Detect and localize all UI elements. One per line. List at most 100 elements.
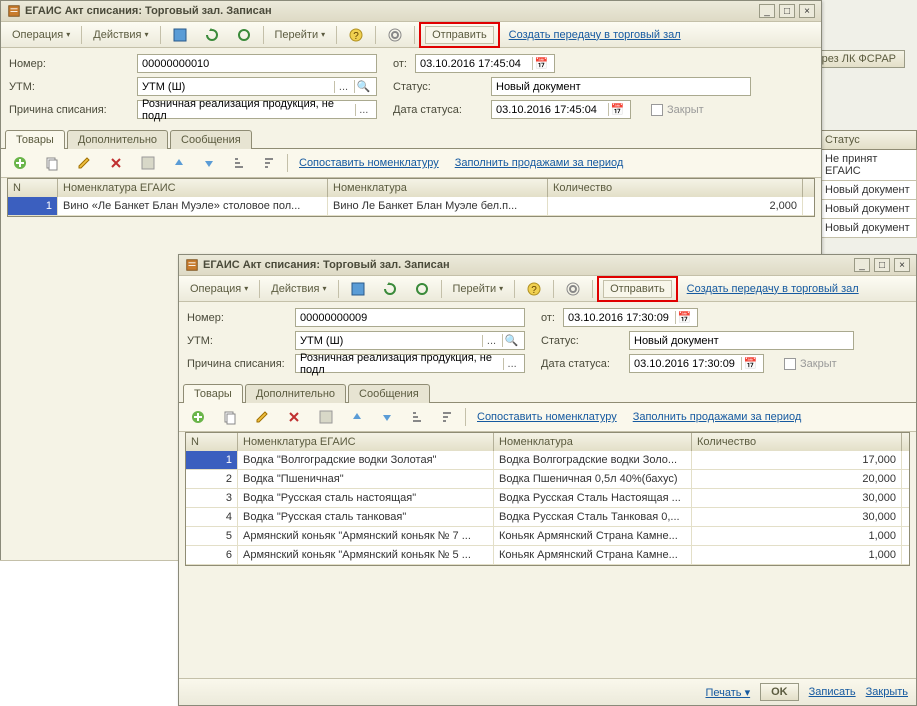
calendar-icon[interactable]: 📅 xyxy=(532,57,550,70)
ellipsis-icon[interactable]: ... xyxy=(355,104,372,116)
move-up-icon[interactable] xyxy=(165,153,193,173)
col-qty[interactable]: Количество xyxy=(692,433,902,451)
copy-row-icon[interactable] xyxy=(37,152,67,174)
refresh-icon[interactable] xyxy=(375,278,405,300)
move-down-icon[interactable] xyxy=(195,153,223,173)
reason-input[interactable]: Розничная реализация продукция, не подл.… xyxy=(137,100,377,119)
utm-input[interactable]: УТМ (Ш)...🔍 xyxy=(137,77,377,96)
status-date-input[interactable]: 03.10.2016 17:30:09📅 xyxy=(629,354,764,373)
goto-menu[interactable]: Перейти▾ xyxy=(268,26,333,44)
delete-row-icon[interactable] xyxy=(279,406,309,428)
close-button[interactable]: × xyxy=(894,258,910,272)
send-button[interactable]: Отправить xyxy=(603,280,672,298)
settings-icon[interactable] xyxy=(380,24,410,46)
tab-extra[interactable]: Дополнительно xyxy=(67,130,168,149)
settings-icon[interactable] xyxy=(558,278,588,300)
status-input[interactable]: Новый документ xyxy=(629,331,854,350)
copy-row-icon[interactable] xyxy=(215,406,245,428)
help-icon[interactable]: ? xyxy=(519,278,549,300)
closed-checkbox[interactable] xyxy=(784,358,796,370)
help-icon[interactable]: ? xyxy=(341,24,371,46)
table-row[interactable]: 5Армянский коньяк "Армянский коньяк № 7 … xyxy=(186,527,909,546)
disk-icon[interactable] xyxy=(311,406,341,428)
reason-input[interactable]: Розничная реализация продукция, не подл.… xyxy=(295,354,525,373)
search-icon[interactable]: 🔍 xyxy=(502,334,520,347)
sort-asc-icon[interactable] xyxy=(403,407,431,427)
reload-icon[interactable] xyxy=(229,24,259,46)
save-button[interactable]: Записать xyxy=(809,686,856,698)
table-row[interactable]: 1Водка "Волгоградские водки Золотая"Водк… xyxy=(186,451,909,470)
tab-goods[interactable]: Товары xyxy=(5,130,65,149)
sort-desc-icon[interactable] xyxy=(255,153,283,173)
tab-goods[interactable]: Товары xyxy=(183,384,243,403)
actions-menu[interactable]: Действия▾ xyxy=(86,26,155,44)
col-nom[interactable]: Номенклатура xyxy=(328,179,548,197)
titlebar[interactable]: ЕГАИС Акт списания: Торговый зал. Записа… xyxy=(1,1,821,22)
number-input[interactable]: 00000000010 xyxy=(137,54,377,73)
col-egais[interactable]: Номенклатура ЕГАИС xyxy=(58,179,328,197)
table-row[interactable]: 1 Вино «Ле Банкет Блан Муэле» столовое п… xyxy=(8,197,814,216)
goto-menu[interactable]: Перейти▾ xyxy=(446,280,511,298)
status-input[interactable]: Новый документ xyxy=(491,77,751,96)
background-status-row: Новый документ xyxy=(819,219,917,238)
titlebar[interactable]: ЕГАИС Акт списания: Торговый зал. Записа… xyxy=(179,255,916,276)
reload-icon[interactable] xyxy=(407,278,437,300)
add-row-icon[interactable] xyxy=(183,406,213,428)
match-nomenclature[interactable]: Сопоставить номенклатуру xyxy=(470,408,624,426)
ok-button[interactable]: OK xyxy=(760,683,799,701)
closed-checkbox[interactable] xyxy=(651,104,663,116)
sort-asc-icon[interactable] xyxy=(225,153,253,173)
move-down-icon[interactable] xyxy=(373,407,401,427)
save-icon[interactable] xyxy=(343,278,373,300)
add-row-icon[interactable] xyxy=(5,152,35,174)
maximize-button[interactable]: □ xyxy=(779,4,795,18)
minimize-button[interactable]: _ xyxy=(854,258,870,272)
col-qty[interactable]: Количество xyxy=(548,179,803,197)
close-link[interactable]: Закрыть xyxy=(866,686,908,698)
fill-by-sales[interactable]: Заполнить продажами за период xyxy=(448,154,631,172)
search-icon[interactable]: 🔍 xyxy=(354,80,372,93)
maximize-button[interactable]: □ xyxy=(874,258,890,272)
operation-menu[interactable]: Операция▾ xyxy=(5,26,77,44)
tab-messages[interactable]: Сообщения xyxy=(348,384,430,403)
save-icon[interactable] xyxy=(165,24,195,46)
col-nom[interactable]: Номенклатура xyxy=(494,433,692,451)
from-date-input[interactable]: 03.10.2016 17:45:04📅 xyxy=(415,54,555,73)
calendar-icon[interactable]: 📅 xyxy=(675,311,693,324)
create-transfer-button[interactable]: Создать передачу в торговый зал xyxy=(680,280,866,298)
create-transfer-button[interactable]: Создать передачу в торговый зал xyxy=(502,26,688,44)
ellipsis-icon[interactable]: ... xyxy=(482,335,500,347)
from-date-input[interactable]: 03.10.2016 17:30:09📅 xyxy=(563,308,698,327)
table-row[interactable]: 3Водка "Русская сталь настоящая"Водка Ру… xyxy=(186,489,909,508)
send-button[interactable]: Отправить xyxy=(425,26,494,44)
disk-icon[interactable] xyxy=(133,152,163,174)
edit-row-icon[interactable] xyxy=(247,406,277,428)
tab-messages[interactable]: Сообщения xyxy=(170,130,252,149)
fill-by-sales[interactable]: Заполнить продажами за период xyxy=(626,408,809,426)
refresh-icon[interactable] xyxy=(197,24,227,46)
actions-menu[interactable]: Действия▾ xyxy=(264,280,333,298)
close-button[interactable]: × xyxy=(799,4,815,18)
col-egais[interactable]: Номенклатура ЕГАИС xyxy=(238,433,494,451)
table-row[interactable]: 4Водка "Русская сталь танковая"Водка Рус… xyxy=(186,508,909,527)
minimize-button[interactable]: _ xyxy=(759,4,775,18)
move-up-icon[interactable] xyxy=(343,407,371,427)
sort-desc-icon[interactable] xyxy=(433,407,461,427)
delete-row-icon[interactable] xyxy=(101,152,131,174)
number-input[interactable]: 00000000009 xyxy=(295,308,525,327)
ellipsis-icon[interactable]: ... xyxy=(503,358,520,370)
table-row[interactable]: 6Армянский коньяк "Армянский коньяк № 5 … xyxy=(186,546,909,565)
calendar-icon[interactable]: 📅 xyxy=(608,103,626,116)
calendar-icon[interactable]: 📅 xyxy=(741,357,759,370)
operation-menu[interactable]: Операция▾ xyxy=(183,280,255,298)
col-n[interactable]: N xyxy=(8,179,58,197)
table-row[interactable]: 2Водка "Пшеничная"Водка Пшеничная 0,5л 4… xyxy=(186,470,909,489)
utm-input[interactable]: УТМ (Ш)...🔍 xyxy=(295,331,525,350)
ellipsis-icon[interactable]: ... xyxy=(334,81,352,93)
tab-extra[interactable]: Дополнительно xyxy=(245,384,346,403)
col-n[interactable]: N xyxy=(186,433,238,451)
match-nomenclature[interactable]: Сопоставить номенклатуру xyxy=(292,154,446,172)
print-button[interactable]: Печать ▾ xyxy=(705,686,750,699)
edit-row-icon[interactable] xyxy=(69,152,99,174)
status-date-input[interactable]: 03.10.2016 17:45:04📅 xyxy=(491,100,631,119)
